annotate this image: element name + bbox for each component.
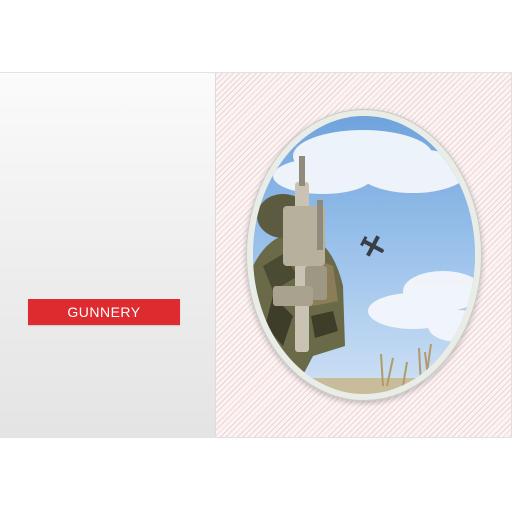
- intro-panel: GUNNERY: [0, 72, 512, 438]
- ground: [253, 378, 475, 394]
- image-pane: [216, 73, 512, 437]
- porthole-image: [253, 116, 475, 394]
- category-label: GUNNERY: [28, 299, 180, 325]
- category-pane: GUNNERY: [0, 73, 216, 437]
- porthole-frame: [246, 109, 482, 401]
- gunnery-scene-image: [253, 116, 475, 394]
